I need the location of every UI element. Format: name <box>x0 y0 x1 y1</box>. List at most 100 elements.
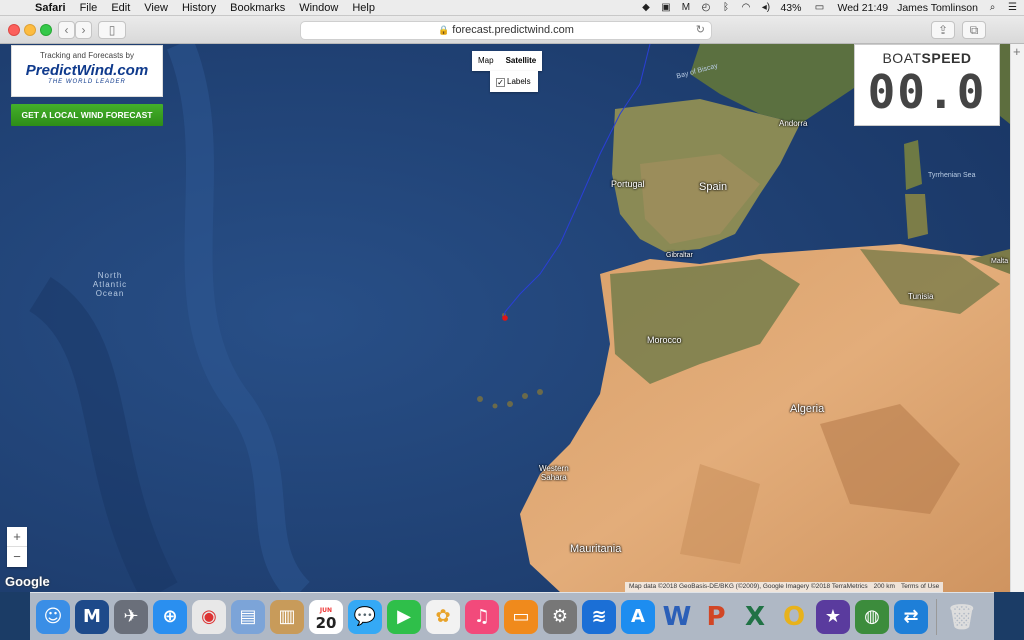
logo-slogan: THE WORLD LEADER <box>48 79 126 85</box>
trash-icon[interactable]: 🗑 <box>945 600 979 634</box>
volume-icon[interactable]: ◂) <box>760 3 771 13</box>
predictwind-logo[interactable]: Tracking and Forecasts by PredictWind.co… <box>11 45 163 97</box>
labels-checkbox-label: Labels <box>507 77 531 86</box>
outlook-web-icon[interactable]: ≋ <box>582 599 616 634</box>
clock[interactable]: Wed 21:49 <box>837 2 888 14</box>
app-store-icon[interactable]: A <box>621 599 655 634</box>
zoom-in-button[interactable]: + <box>7 527 27 547</box>
messages-icon[interactable]: 💬 <box>348 599 382 634</box>
teamviewer-icon[interactable]: ⇄ <box>894 599 928 634</box>
safari-icon[interactable]: ⊕ <box>153 599 187 634</box>
notification-center-icon[interactable]: ☰ <box>1007 3 1018 13</box>
page-scrollbar[interactable]: + <box>1010 44 1024 592</box>
menu-history[interactable]: History <box>175 0 223 16</box>
reload-icon[interactable]: ↻ <box>696 22 705 39</box>
label-spain: Spain <box>699 181 728 193</box>
satellite-map[interactable]: Bay of Biscay Andorra Portugal Spain Tyr… <box>0 44 1010 592</box>
browser-toolbar: ‹ › ▯ 🔒 forecast.predictwind.com ↻ ⇪ ⧉ <box>0 16 1024 44</box>
window-close-button[interactable] <box>8 24 20 36</box>
labels-checkbox[interactable]: ✓ <box>496 78 505 87</box>
google-logo: Google <box>5 574 50 589</box>
gmail-icon[interactable]: M <box>680 3 691 13</box>
boatspeed-title: BOATSPEED <box>855 50 999 66</box>
label-ocean: Ocean <box>95 289 125 298</box>
bluetooth-icon[interactable]: ᛒ <box>720 3 731 13</box>
spotlight-icon[interactable]: ⌕ <box>987 3 998 13</box>
chrome-icon[interactable]: ◉ <box>192 599 226 634</box>
window-fullscreen-button[interactable] <box>40 24 52 36</box>
facetime-icon[interactable]: ▶ <box>387 599 421 634</box>
window-minimize-button[interactable] <box>24 24 36 36</box>
calendar-day: 20 <box>315 613 337 632</box>
menu-view[interactable]: View <box>137 0 175 16</box>
menu-bookmarks[interactable]: Bookmarks <box>223 0 292 16</box>
tabs-overview-button[interactable]: ⧉ <box>962 21 986 39</box>
world-icon[interactable]: ◍ <box>855 599 889 634</box>
menu-help[interactable]: Help <box>345 0 382 16</box>
excel-icon[interactable]: X <box>738 600 772 634</box>
zoom-control: + − <box>7 527 27 567</box>
dock: ☺ M ✈ ⊕ ◉ ▤ ▥ JUN 20 💬 ▶ ✿ ♫ ▭ ⚙ ≋ A W P… <box>30 592 994 640</box>
imovie-icon[interactable]: ★ <box>816 599 850 634</box>
powerpoint-icon[interactable]: P <box>699 600 733 634</box>
menu-edit[interactable]: Edit <box>104 0 137 16</box>
menu-app-name[interactable]: Safari <box>28 0 73 16</box>
label-north: North <box>97 271 123 280</box>
wifi-icon[interactable]: ◠ <box>740 3 751 13</box>
battery-icon[interactable]: ▭ <box>810 3 828 13</box>
ibooks-icon[interactable]: ▭ <box>504 599 538 634</box>
system-preferences-icon[interactable]: ⚙ <box>543 599 577 634</box>
launchpad-icon[interactable]: ✈ <box>114 599 148 634</box>
lock-icon: 🔒 <box>438 25 450 35</box>
itunes-icon[interactable]: ♫ <box>465 599 499 634</box>
dropbox-icon[interactable]: ◆ <box>640 3 651 13</box>
menu-bar: Safari File Edit View History Bookmarks … <box>0 0 1024 16</box>
label-sahara: Sahara <box>540 473 567 482</box>
boatspeed-panel: BOATSPEED 00.0 <box>854 44 1000 126</box>
boatspeed-title-b: SPEED <box>921 50 972 66</box>
label-tunisia: Tunisia <box>908 292 934 301</box>
time-machine-icon[interactable]: ◴ <box>700 3 711 13</box>
zoom-out-button[interactable]: − <box>7 547 27 567</box>
back-button[interactable]: ‹ <box>58 21 75 39</box>
local-wind-forecast-button[interactable]: GET A LOCAL WIND FORECAST <box>11 104 163 126</box>
notefile-icon[interactable]: ▥ <box>270 599 304 634</box>
label-malta: Malta <box>991 258 1009 265</box>
map-imagery <box>0 44 1010 592</box>
sidebar-toggle-button[interactable]: ▯ <box>98 21 126 39</box>
map-type-satellite-button[interactable]: Satellite <box>500 51 543 71</box>
boatspeed-value: 00.0 <box>867 65 987 119</box>
outlook-icon[interactable]: O <box>777 600 811 634</box>
label-mauritania: Mauritania <box>570 543 622 555</box>
map-attribution: Map data ©2018 GeoBasis-DE/BKG (©2009), … <box>625 582 944 592</box>
battery-percent[interactable]: 43% <box>780 2 801 14</box>
label-gibraltar: Gibraltar <box>666 252 693 259</box>
expand-icon[interactable]: + <box>1013 44 1021 59</box>
address-bar[interactable]: 🔒 forecast.predictwind.com ↻ <box>300 21 712 40</box>
calendar-icon[interactable]: JUN 20 <box>309 599 343 634</box>
label-algeria: Algeria <box>790 403 825 415</box>
labels-toggle[interactable]: ✓ Labels <box>490 71 538 92</box>
share-button[interactable]: ⇪ <box>931 21 955 39</box>
photos-icon[interactable]: ✿ <box>426 599 460 634</box>
finder-icon[interactable]: ☺ <box>36 599 70 634</box>
malwarebytes-icon[interactable]: M <box>75 599 109 634</box>
boat-position-marker[interactable] <box>502 315 508 321</box>
logo-tagline: Tracking and Forecasts by <box>40 51 134 60</box>
label-atlantic: Atlantic <box>92 280 128 289</box>
scale-bar[interactable]: 200 km <box>874 582 895 592</box>
map-type-map-button[interactable]: Map <box>472 51 500 71</box>
forward-button[interactable]: › <box>75 21 92 39</box>
user-name[interactable]: James Tomlinson <box>897 2 978 14</box>
menu-file[interactable]: File <box>73 0 105 16</box>
word-icon[interactable]: W <box>660 600 694 634</box>
preview-icon[interactable]: ▤ <box>231 599 265 634</box>
label-western-sahara: Western Sahara <box>539 464 569 482</box>
malwarebytes-status-icon[interactable]: ▣ <box>660 3 671 13</box>
label-north-atlantic-ocean: North Atlantic Ocean <box>86 271 134 298</box>
dock-separator <box>936 598 937 635</box>
label-andorra: Andorra <box>779 119 808 128</box>
terms-link[interactable]: Terms of Use <box>901 582 939 592</box>
label-portugal: Portugal <box>611 179 645 189</box>
menu-window[interactable]: Window <box>292 0 345 16</box>
